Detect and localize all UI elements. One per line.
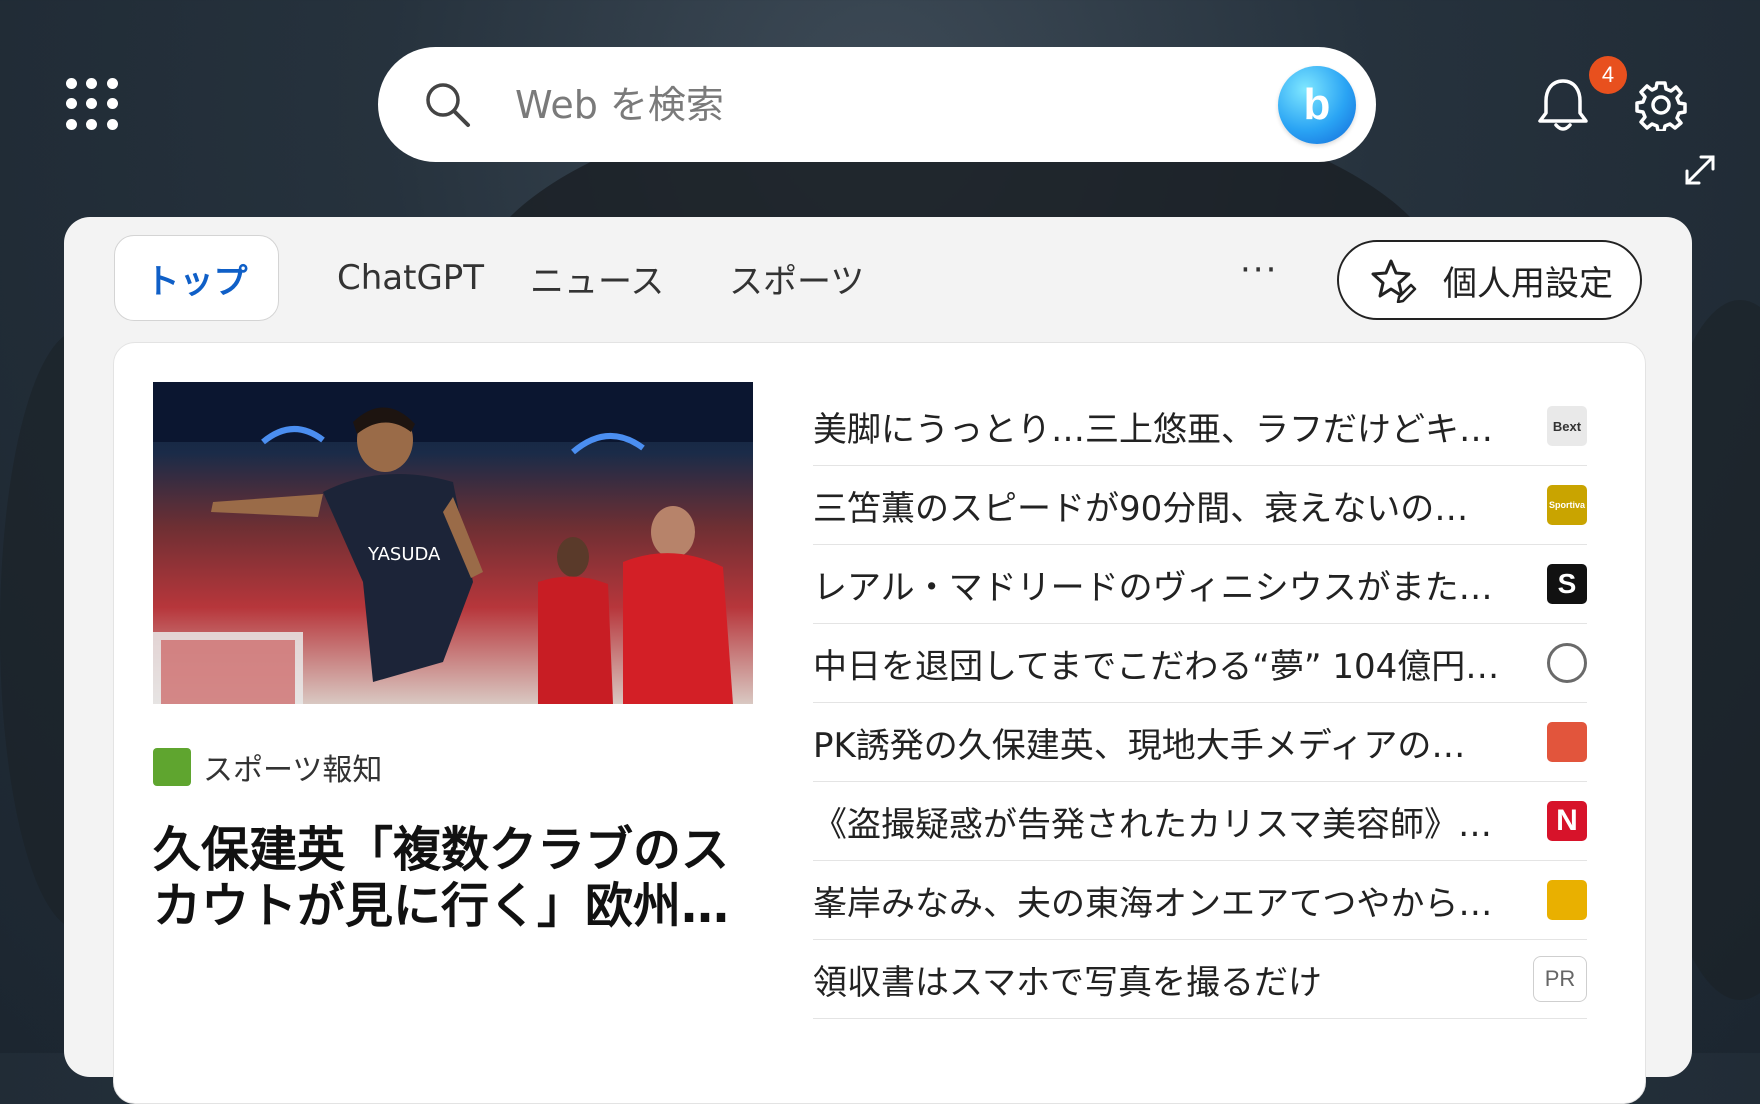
tab-sports[interactable]: スポーツ	[729, 235, 864, 321]
publisher-logo-icon: Bext	[1547, 406, 1587, 446]
personalize-label: 個人用設定	[1443, 263, 1613, 304]
news-title: 領収書はスマホで写真を撮るだけ	[813, 962, 1322, 1003]
news-item[interactable]: PK誘発の久保建英、現地大手メディアの…	[813, 703, 1587, 782]
jersey-text: YASUDA	[367, 544, 441, 565]
search-input[interactable]	[513, 81, 1278, 128]
bing-chat-icon[interactable]: b	[1278, 65, 1356, 144]
news-title: 《盗撮疑惑が告発されたカリスマ美容師》…	[813, 804, 1492, 845]
tab-top[interactable]: トップ	[114, 235, 279, 321]
publisher-logo-icon: N	[1547, 801, 1587, 841]
news-item[interactable]: 峯岸みなみ、夫の東海オンエアてつやから…	[813, 861, 1587, 940]
app-launcher-icon[interactable]	[66, 78, 120, 132]
news-item[interactable]: 《盗撮疑惑が告発されたカリスマ美容師》… N	[813, 782, 1587, 861]
notification-badge: 4	[1589, 56, 1627, 94]
search-icon	[426, 82, 470, 127]
hero-image[interactable]: YASUDA	[153, 382, 753, 704]
expand-icon[interactable]	[1683, 153, 1717, 187]
news-title: PK誘発の久保建英、現地大手メディアの…	[813, 725, 1466, 766]
bell-icon[interactable]	[1535, 75, 1591, 135]
pr-badge: PR	[1533, 956, 1587, 1002]
tab-chatgpt[interactable]: ChatGPT	[337, 235, 484, 321]
personalize-button[interactable]: 個人用設定	[1337, 240, 1642, 320]
news-item[interactable]: レアル・マドリードのヴィニシウスがまた… S	[813, 545, 1587, 624]
news-title: 美脚にうっとり…三上悠亜、ラフだけどキ…	[813, 409, 1493, 450]
publisher-logo-icon	[1547, 880, 1587, 920]
star-edit-icon	[1371, 259, 1417, 303]
tab-news[interactable]: ニュース	[530, 235, 664, 321]
news-item[interactable]: 美脚にうっとり…三上悠亜、ラフだけどキ… Bext	[813, 387, 1587, 466]
news-item[interactable]: 中日を退団してまでこだわる“夢” 104億円…	[813, 624, 1587, 703]
publisher-logo-icon	[1547, 722, 1587, 762]
gear-icon[interactable]	[1635, 79, 1687, 131]
hero-photo: YASUDA	[153, 382, 753, 704]
more-tabs-button[interactable]: ···	[1240, 250, 1278, 290]
news-title: 三笘薫のスピードが90分間、衰えないの…	[813, 488, 1469, 529]
hero-headline[interactable]: 久保建英「複数クラブのスカウトが見に行く」欧州…	[153, 822, 763, 934]
news-title: 中日を退団してまでこだわる“夢” 104億円…	[813, 646, 1500, 687]
hero-source[interactable]: スポーツ報知	[153, 745, 382, 789]
publisher-logo-icon: Sportiva	[1547, 485, 1587, 525]
sports-hochi-logo-icon	[153, 748, 191, 786]
news-title: 峯岸みなみ、夫の東海オンエアてつやから…	[813, 883, 1493, 924]
search-bar: b	[378, 47, 1376, 162]
news-item[interactable]: 三笘薫のスピードが90分間、衰えないの… Sportiva	[813, 466, 1587, 545]
publisher-logo-icon: S	[1547, 564, 1587, 604]
news-list: 美脚にうっとり…三上悠亜、ラフだけどキ… Bext 三笘薫のスピードが90分間、…	[813, 387, 1587, 1019]
news-title: レアル・マドリードのヴィニシウスがまた…	[813, 567, 1493, 608]
publisher-logo-icon	[1547, 643, 1587, 683]
news-item-ad[interactable]: 領収書はスマホで写真を撮るだけ PR	[813, 940, 1587, 1019]
hero-source-name: スポーツ報知	[203, 753, 383, 788]
